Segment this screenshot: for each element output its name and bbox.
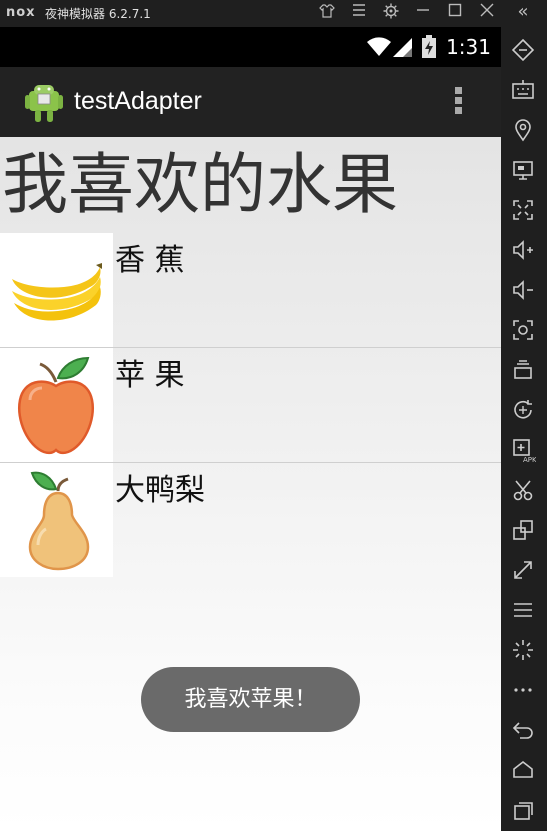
page-heading: 我喜欢的水果 bbox=[2, 146, 398, 223]
skin-icon[interactable] bbox=[316, 3, 338, 23]
fruit-list-item[interactable]: 香 蕉 bbox=[0, 233, 501, 348]
screenshot-icon[interactable] bbox=[510, 317, 536, 343]
fruit-list-item[interactable]: 大鸭梨 bbox=[0, 463, 501, 577]
volume-up-icon[interactable] bbox=[510, 237, 536, 263]
android-screen: 1:31 testAdapter 我喜欢的水果 香 蕉 苹 果 大鸭梨 我喜欢苹… bbox=[0, 27, 501, 831]
loading-spinner-icon[interactable] bbox=[510, 637, 536, 663]
volume-down-icon[interactable] bbox=[510, 277, 536, 303]
main-content: 我喜欢的水果 香 蕉 苹 果 大鸭梨 我喜欢苹果！ bbox=[0, 137, 501, 831]
emulator-title-bar: nox 夜神模拟器 6.2.7.1 « bbox=[0, 0, 547, 27]
toast-message: 我喜欢苹果！ bbox=[141, 667, 360, 732]
screen-record-icon[interactable] bbox=[510, 157, 536, 183]
wifi-icon bbox=[367, 37, 391, 56]
overflow-menu-icon[interactable] bbox=[452, 87, 464, 119]
status-time: 1:31 bbox=[446, 35, 491, 59]
maximize-icon[interactable] bbox=[444, 3, 466, 23]
settings-gear-icon[interactable] bbox=[380, 3, 402, 23]
more-menu-icon[interactable] bbox=[510, 597, 536, 623]
home-icon[interactable] bbox=[510, 757, 536, 783]
emulator-side-toolbar: APK bbox=[501, 27, 547, 831]
minimize-icon[interactable] bbox=[412, 3, 434, 23]
apple-icon bbox=[0, 348, 113, 462]
collapse-sidebar-button[interactable]: « bbox=[512, 3, 534, 23]
close-icon[interactable] bbox=[476, 3, 498, 23]
scissors-icon[interactable] bbox=[510, 477, 536, 503]
virtual-keyboard-icon[interactable] bbox=[510, 77, 536, 103]
fullscreen-icon[interactable] bbox=[510, 197, 536, 223]
action-bar: testAdapter bbox=[0, 67, 501, 137]
signal-icon bbox=[393, 38, 412, 57]
fruit-name: 大鸭梨 bbox=[115, 473, 205, 508]
keyboard-mapping-icon[interactable] bbox=[510, 37, 536, 63]
pear-icon bbox=[0, 463, 113, 577]
fruit-list-item[interactable]: 苹 果 bbox=[0, 348, 501, 463]
emulator-title: 夜神模拟器 6.2.7.1 bbox=[45, 7, 151, 21]
fruit-name: 苹 果 bbox=[115, 358, 185, 393]
status-bar: 1:31 bbox=[0, 27, 501, 67]
svg-text:APK: APK bbox=[523, 456, 536, 463]
app-title: testAdapter bbox=[74, 87, 202, 115]
resize-icon[interactable] bbox=[510, 557, 536, 583]
location-pin-icon[interactable] bbox=[510, 117, 536, 143]
nox-logo: nox bbox=[6, 5, 36, 20]
battery-charging-icon bbox=[422, 35, 436, 58]
recent-apps-icon[interactable] bbox=[510, 797, 536, 823]
multi-instance-icon[interactable] bbox=[510, 357, 536, 383]
more-options-icon[interactable] bbox=[510, 677, 536, 703]
menu-icon[interactable] bbox=[348, 3, 370, 23]
android-app-icon bbox=[25, 85, 63, 122]
install-apk-icon[interactable]: APK bbox=[510, 437, 537, 464]
shake-rotate-icon[interactable] bbox=[510, 397, 536, 423]
banana-icon bbox=[0, 233, 113, 347]
back-icon[interactable] bbox=[510, 717, 536, 743]
multi-window-icon[interactable] bbox=[510, 517, 536, 543]
fruit-name: 香 蕉 bbox=[115, 243, 185, 278]
